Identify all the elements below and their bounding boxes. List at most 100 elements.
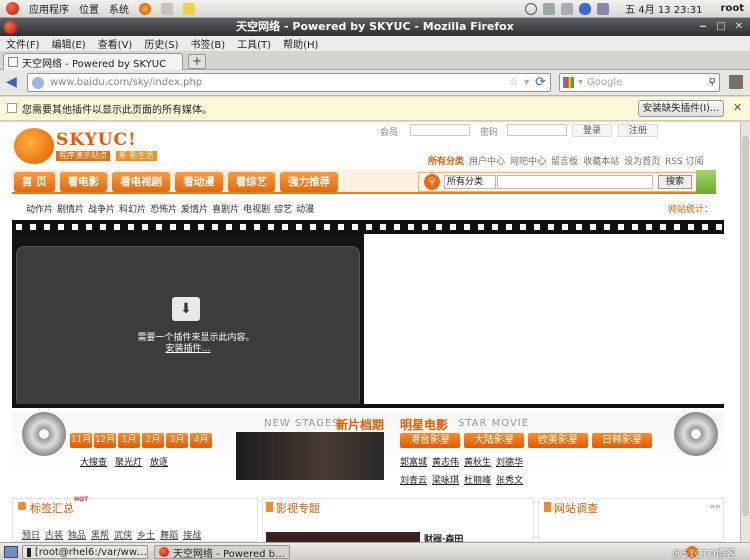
topic-caption[interactable]: 财阀·森田 <box>424 532 463 542</box>
month-nov[interactable]: 11月 <box>70 433 92 448</box>
menu-view[interactable]: 查看(V) <box>98 36 133 51</box>
nav-recommend[interactable]: 强力推荐 <box>280 172 339 192</box>
tag-link[interactable]: 舞蹈 <box>160 528 178 541</box>
genre-horror[interactable]: 恐怖片 <box>150 202 177 215</box>
link-guestbook[interactable]: 留言板 <box>551 154 578 167</box>
genre-action[interactable]: 动作片 <box>26 202 53 215</box>
nav-movies[interactable]: 看电影 <box>59 172 108 192</box>
tag-link[interactable]: 武侠 <box>114 528 132 541</box>
addons-icon[interactable] <box>729 75 743 89</box>
plugin-placeholder[interactable] <box>16 246 360 408</box>
dropdown-icon[interactable]: ▾ <box>524 77 529 88</box>
login-button[interactable]: 登录 <box>572 124 612 137</box>
site-logo[interactable]: SKYUC! <box>56 130 137 150</box>
applications-menu[interactable]: 应用程序 <box>29 1 69 16</box>
genre-variety[interactable]: 综艺 <box>274 202 292 215</box>
genre-tv[interactable]: 电视剧 <box>243 202 270 215</box>
skyuc-logo-icon[interactable] <box>14 128 54 164</box>
user-name[interactable]: root <box>721 3 744 14</box>
member-input[interactable] <box>410 124 470 136</box>
movie-link[interactable]: 放逐 <box>150 455 168 468</box>
vertical-scrollbar[interactable] <box>740 122 750 542</box>
network-icon[interactable] <box>543 2 556 15</box>
menu-file[interactable]: 文件(F) <box>6 36 40 51</box>
bookmark-star-icon[interactable]: ☆ <box>509 77 518 88</box>
menu-help[interactable]: 帮助(H) <box>283 36 318 51</box>
install-plugin-link[interactable]: 安装插件… <box>96 341 280 354</box>
topic-image[interactable] <box>266 532 420 542</box>
genre-romance[interactable]: 爱情片 <box>181 202 208 215</box>
tag-link[interactable]: 接战 <box>183 528 201 541</box>
star-link[interactable]: 黄秋生 <box>464 455 496 468</box>
star-link[interactable]: 杜丽峰 <box>464 473 496 486</box>
site-stats-link[interactable]: 网站统计： <box>668 202 713 215</box>
search-icon[interactable]: ⚲ <box>709 77 716 88</box>
tab-skyuc[interactable]: 天空网络 - Powered by SKYUC <box>3 53 183 70</box>
menu-history[interactable]: 历史(S) <box>144 36 178 51</box>
email-launcher-icon[interactable] <box>161 2 173 15</box>
link-rss[interactable]: RSS 订阅 <box>665 154 704 167</box>
close-bar-icon[interactable]: ✕ <box>733 101 742 114</box>
survey-more-icon[interactable]: »» <box>710 502 721 512</box>
category-select[interactable]: 所有分类 <box>444 175 496 189</box>
register-button[interactable]: 注册 <box>618 124 658 137</box>
show-desktop-icon[interactable] <box>4 546 18 558</box>
tab-jp-kr-stars[interactable]: 日韩影星 <box>592 433 652 448</box>
bluetooth-icon[interactable] <box>579 2 592 15</box>
task-firefox[interactable]: 天空网络 - Powered b… <box>154 545 290 560</box>
genre-war[interactable]: 战争片 <box>88 202 115 215</box>
update-icon[interactable] <box>525 2 538 15</box>
battery-icon[interactable] <box>597 2 610 15</box>
menu-edit[interactable]: 编辑(E) <box>52 36 86 51</box>
link-netbar[interactable]: 网吧中心 <box>510 154 546 167</box>
star-link[interactable]: 郭富城 <box>400 455 432 468</box>
tab-hk-tw-stars[interactable]: 港台影星 <box>400 433 460 448</box>
month-dec[interactable]: 12月 <box>94 433 116 448</box>
link-homepage[interactable]: 设为首页 <box>624 154 660 167</box>
movie-link[interactable]: 大搜查 <box>80 455 107 468</box>
star-link[interactable]: 刘青云 <box>400 473 432 486</box>
star-link[interactable]: 刘德华 <box>496 455 528 468</box>
nav-anime[interactable]: 看动漫 <box>175 172 223 192</box>
movie-link[interactable]: 聚光灯 <box>115 455 142 468</box>
minimize-icon[interactable]: ‒ <box>696 20 710 33</box>
back-arrow-icon[interactable]: ◀ <box>6 74 17 90</box>
password-input[interactable] <box>507 124 567 136</box>
month-feb[interactable]: 2月 <box>142 433 164 448</box>
url-text[interactable]: www.baidu.com/sky/index.php <box>50 77 202 88</box>
task-terminal[interactable]: [root@rhel6:/var/ww… <box>22 545 148 559</box>
genre-drama[interactable]: 剧情片 <box>57 202 84 215</box>
month-jan[interactable]: 1月 <box>118 433 140 448</box>
site-search-input[interactable] <box>497 175 653 189</box>
genre-anime[interactable]: 动漫 <box>296 202 314 215</box>
link-user-center[interactable]: 用户中心 <box>469 154 505 167</box>
tab-mainland-stars[interactable]: 大陆影星 <box>464 433 524 448</box>
nav-tv[interactable]: 看电视剧 <box>112 172 171 192</box>
maximize-icon[interactable]: □ <box>714 20 728 33</box>
site-identity-icon[interactable] <box>32 76 44 89</box>
menu-tools[interactable]: 工具(T) <box>237 36 271 51</box>
url-bar[interactable]: www.baidu.com/sky/index.php ☆ ▾ ⟳ <box>27 73 551 92</box>
magnifier-icon[interactable]: ⚲ <box>424 174 440 190</box>
places-menu[interactable]: 位置 <box>79 1 99 16</box>
menu-bookmarks[interactable]: 书签(B) <box>191 36 226 51</box>
movie-poster[interactable] <box>236 432 384 480</box>
notes-launcher-icon[interactable] <box>183 2 195 15</box>
volume-icon[interactable] <box>561 2 574 15</box>
star-link[interactable]: 梁咏琪 <box>432 473 464 486</box>
clock[interactable]: 五 4月 13 23:31 <box>625 1 702 16</box>
tag-link[interactable]: 独品 <box>68 528 86 541</box>
google-icon[interactable] <box>563 77 574 88</box>
tag-link[interactable]: 古装 <box>45 528 63 541</box>
link-favorite[interactable]: 收藏本站 <box>583 154 619 167</box>
firefox-launcher-icon[interactable] <box>139 2 151 15</box>
tab-western-stars[interactable]: 欧美影星 <box>528 433 588 448</box>
site-search-button[interactable]: 搜索 <box>658 175 692 189</box>
nav-variety[interactable]: 看综艺 <box>227 172 276 192</box>
genre-scifi[interactable]: 科幻片 <box>119 202 146 215</box>
month-apr[interactable]: 4月 <box>190 433 212 448</box>
install-missing-plugins-button[interactable]: 安装缺失插件(I)… <box>638 100 724 117</box>
nav-home[interactable]: 首 页 <box>14 172 55 192</box>
month-mar[interactable]: 3月 <box>166 433 188 448</box>
search-placeholder[interactable]: Google <box>587 77 622 88</box>
